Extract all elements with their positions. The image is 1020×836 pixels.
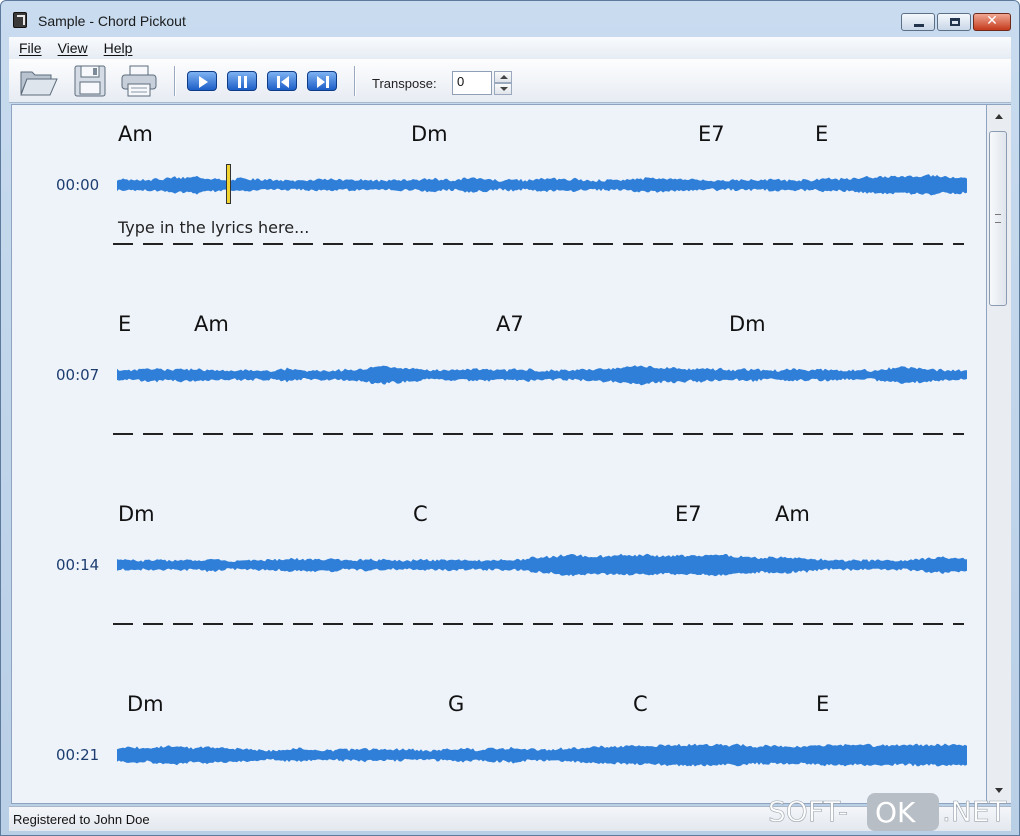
chord-label[interactable]: Am <box>118 122 153 146</box>
playback-cursor[interactable] <box>226 164 231 204</box>
status-text: Registered to John Doe <box>13 812 150 827</box>
vertical-scrollbar[interactable] <box>987 104 1011 804</box>
lyrics-line[interactable]: Type in the lyrics here... <box>118 218 309 237</box>
chord-sheet[interactable]: Am Dm E7 E 00:00 Type in the lyrics here… <box>11 104 987 804</box>
menu-bar: File View Help <box>9 37 1011 59</box>
window-title: Sample - Chord Pickout <box>38 13 186 29</box>
chord-label[interactable]: E <box>816 692 829 716</box>
chord-label[interactable]: Dm <box>411 122 448 146</box>
open-folder-icon <box>20 71 58 96</box>
waveform[interactable] <box>117 161 967 209</box>
timestamp: 00:21 <box>56 746 100 764</box>
waveform-shape <box>117 743 967 767</box>
pause-button[interactable] <box>227 71 257 91</box>
watermark-logo: SOFT- OK .NET <box>768 793 1008 831</box>
menu-help[interactable]: Help <box>104 40 133 56</box>
transpose-increment[interactable] <box>494 71 512 83</box>
print-icon <box>121 65 157 97</box>
timestamp: 00:07 <box>56 366 100 384</box>
close-icon: ✕ <box>986 13 998 29</box>
waveform[interactable] <box>117 541 967 589</box>
main-window: Sample - Chord Pickout ✕ File View Help <box>0 0 1020 836</box>
chord-label[interactable]: A7 <box>496 312 524 336</box>
title-bar[interactable]: Sample - Chord Pickout ✕ <box>1 1 1019 37</box>
waveform[interactable] <box>117 731 967 779</box>
toolbar-separator <box>354 66 355 96</box>
skip-back-button[interactable] <box>267 71 297 91</box>
maximize-button[interactable] <box>937 13 971 31</box>
transpose-decrement[interactable] <box>494 83 512 95</box>
pause-icon <box>238 76 247 88</box>
song-section: E Am A7 Dm 00:07 <box>12 295 986 485</box>
chord-label[interactable]: G <box>448 692 464 716</box>
chord-label[interactable]: Am <box>194 312 229 336</box>
chord-label[interactable]: E7 <box>675 502 702 526</box>
scroll-thumb[interactable] <box>989 131 1007 306</box>
chord-label[interactable]: E <box>118 312 131 336</box>
toolbar-separator <box>174 66 175 96</box>
menu-file[interactable]: File <box>19 40 42 56</box>
toolbar: Transpose: 0 <box>9 59 1011 103</box>
timestamp: 00:14 <box>56 556 100 574</box>
print-button[interactable] <box>119 64 159 98</box>
close-button[interactable]: ✕ <box>973 13 1011 31</box>
menu-view[interactable]: View <box>58 40 88 56</box>
play-icon <box>199 76 208 88</box>
timestamp: 00:00 <box>56 176 100 194</box>
watermark-text-right: .NET <box>942 795 1008 828</box>
waveform-shape <box>117 553 967 577</box>
transpose-label: Transpose: <box>372 76 437 91</box>
lyrics-divider <box>113 623 964 625</box>
watermark-text-badge: OK <box>875 796 916 829</box>
save-icon <box>74 65 106 97</box>
chord-label[interactable]: Dm <box>729 312 766 336</box>
waveform-shape <box>117 174 967 196</box>
waveform-shape <box>117 365 967 386</box>
chord-label[interactable]: Am <box>775 502 810 526</box>
skip-forward-button[interactable] <box>307 71 337 91</box>
chord-label[interactable]: C <box>413 502 428 526</box>
lyrics-divider <box>113 433 964 435</box>
skip-back-icon <box>277 76 289 88</box>
waveform[interactable] <box>117 351 967 399</box>
play-button[interactable] <box>187 71 217 91</box>
song-section: Dm C E7 Am 00:14 <box>12 485 986 675</box>
caption-buttons: ✕ <box>901 13 1011 31</box>
chord-label[interactable]: E <box>815 122 828 146</box>
lyrics-divider <box>113 243 964 245</box>
chord-label[interactable]: E7 <box>698 122 725 146</box>
minimize-icon <box>914 24 924 27</box>
chord-label[interactable]: Dm <box>118 502 155 526</box>
chord-label[interactable]: C <box>633 692 648 716</box>
skip-forward-icon <box>317 76 329 88</box>
transpose-input[interactable]: 0 <box>452 71 492 95</box>
open-button[interactable] <box>19 64 59 98</box>
song-section: Am Dm E7 E 00:00 Type in the lyrics here… <box>12 105 986 295</box>
scroll-up-arrow-icon[interactable] <box>991 109 1007 125</box>
watermark-text-left: SOFT- <box>768 795 848 828</box>
song-section: Dm G C E 00:21 <box>12 675 986 803</box>
app-icon <box>13 12 27 28</box>
save-button[interactable] <box>71 64 111 98</box>
chord-label[interactable]: Dm <box>127 692 164 716</box>
maximize-icon <box>950 18 960 26</box>
minimize-button[interactable] <box>901 13 935 31</box>
